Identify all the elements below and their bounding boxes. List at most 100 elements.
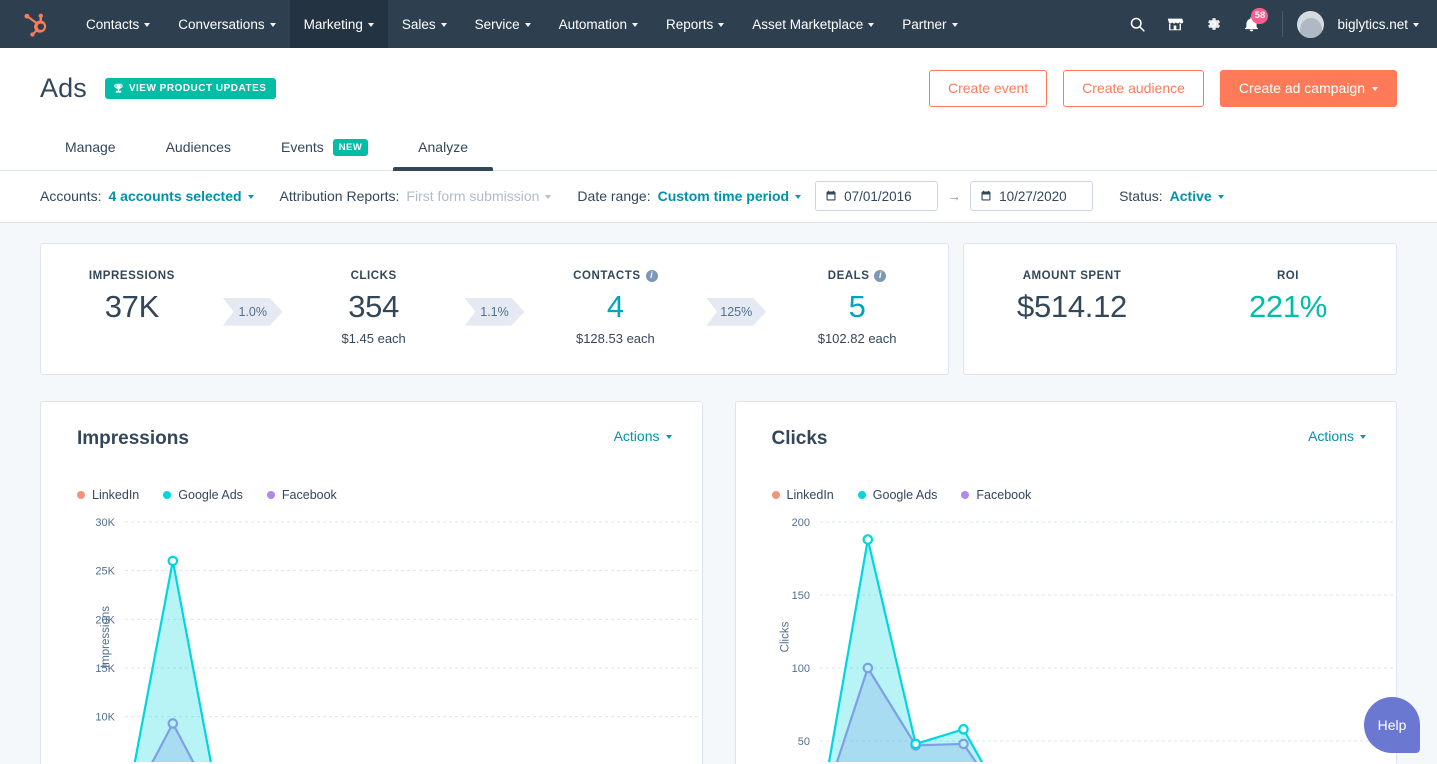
nav-item-marketing[interactable]: Marketing	[290, 0, 388, 48]
kpi-deals-label: DEALS i	[828, 270, 887, 282]
chevron-down-icon	[368, 23, 374, 27]
avatar-silhouette	[1300, 18, 1322, 38]
notifications-button[interactable]: 58	[1234, 7, 1268, 41]
nav-item-conversations[interactable]: Conversations	[164, 0, 289, 48]
page-title: Ads	[40, 73, 87, 104]
attribution-filter-value: First form submission	[406, 188, 539, 204]
nav-item-contacts[interactable]: Contacts	[72, 0, 164, 48]
svg-text:50: 50	[797, 736, 809, 748]
nav-item-automation[interactable]: Automation	[545, 0, 652, 48]
nav-item-service[interactable]: Service	[461, 0, 545, 48]
view-product-updates-badge[interactable]: VIEW PRODUCT UPDATES	[105, 78, 277, 99]
impressions-chart-card: Impressions Actions LinkedIn Google Ads	[40, 401, 703, 764]
date-range-filter: Date range: Custom time period	[577, 188, 801, 204]
legend-dot-linkedin	[77, 491, 85, 499]
attribution-filter-dropdown[interactable]: First form submission	[406, 188, 551, 204]
nav-item-partner[interactable]: Partner	[888, 0, 971, 48]
tab-label: Events	[281, 139, 324, 155]
conversion-rate-contacts-to-deals: 125%	[706, 298, 766, 326]
product-updates-label: VIEW PRODUCT UPDATES	[129, 83, 267, 94]
accounts-filter-dropdown[interactable]: 4 accounts selected	[108, 188, 253, 204]
avatar[interactable]	[1297, 11, 1324, 38]
marketplace-icon	[1166, 15, 1184, 33]
account-menu[interactable]: biglytics.net	[1337, 17, 1419, 32]
kpi-roi-label: ROI	[1277, 270, 1299, 282]
impressions-chart-actions-dropdown[interactable]: Actions	[614, 428, 672, 444]
chevron-down-icon	[441, 23, 447, 27]
chevron-down-icon	[718, 23, 724, 27]
kpi-contacts-value: 4	[607, 290, 624, 325]
legend-item-facebook[interactable]: Facebook	[267, 488, 337, 502]
date-end-input[interactable]: 10/27/2020	[970, 181, 1093, 211]
svg-text:100: 100	[791, 663, 809, 675]
legend-item-google-ads[interactable]: Google Ads	[858, 488, 938, 502]
page-header: Ads VIEW PRODUCT UPDATES Create event Cr…	[0, 48, 1437, 171]
search-icon	[1129, 16, 1146, 33]
impressions-chart-title: Impressions	[77, 428, 189, 450]
nav-item-sales[interactable]: Sales	[388, 0, 461, 48]
chevron-down-icon	[270, 23, 276, 27]
nav-label: Reports	[666, 17, 713, 32]
nav-label: Sales	[402, 17, 436, 32]
marketplace-button[interactable]	[1158, 7, 1192, 41]
clicks-chart-svg: 50100150200	[772, 512, 1397, 762]
legend-item-linkedin[interactable]: LinkedIn	[77, 488, 139, 502]
nav-item-reports[interactable]: Reports	[652, 0, 738, 48]
legend-item-google-ads[interactable]: Google Ads	[163, 488, 243, 502]
tab-analyze[interactable]: Analyze	[393, 129, 493, 170]
nav-label: Marketing	[304, 17, 363, 32]
date-range-value: Custom time period	[658, 188, 789, 204]
hubspot-logo[interactable]	[0, 0, 72, 48]
create-event-label: Create event	[948, 80, 1028, 97]
calendar-icon	[825, 190, 837, 202]
clicks-y-tick-labels: 50100150200	[791, 517, 809, 748]
kpi-amount-spent: AMOUNT SPENT $514.12	[964, 270, 1180, 325]
svg-text:30K: 30K	[95, 517, 115, 529]
kpi-clicks-sub: $1.45 each	[341, 331, 405, 346]
legend-label: Facebook	[976, 488, 1031, 502]
nav-label: Asset Marketplace	[752, 17, 863, 32]
nav-label: Partner	[902, 17, 946, 32]
legend-label: Google Ads	[178, 488, 243, 502]
create-audience-button[interactable]: Create audience	[1063, 70, 1204, 107]
main-content: IMPRESSIONS 37K 1.0% CLICKS 354 $1.45 ea…	[0, 223, 1437, 764]
search-button[interactable]	[1120, 7, 1154, 41]
clicks-chart-actions-dropdown[interactable]: Actions	[1308, 428, 1366, 444]
legend-item-facebook[interactable]: Facebook	[961, 488, 1031, 502]
clicks-chart-title: Clicks	[772, 428, 828, 450]
date-start-input[interactable]: 07/01/2016	[815, 181, 938, 211]
nav-item-asset-marketplace[interactable]: Asset Marketplace	[738, 0, 888, 48]
info-icon[interactable]: i	[874, 270, 886, 282]
create-event-button[interactable]: Create event	[929, 70, 1047, 107]
nav-label: Conversations	[178, 17, 264, 32]
status-filter-dropdown[interactable]: Active	[1170, 188, 1224, 204]
date-start-value: 07/01/2016	[844, 189, 912, 204]
svg-text:25K: 25K	[95, 565, 115, 577]
settings-button[interactable]	[1196, 7, 1230, 41]
kpi-impressions-value: 37K	[105, 290, 159, 325]
create-ad-campaign-button[interactable]: Create ad campaign	[1220, 70, 1397, 107]
date-end-value: 10/27/2020	[999, 189, 1067, 204]
tab-manage[interactable]: Manage	[40, 129, 141, 170]
legend-label: LinkedIn	[92, 488, 139, 502]
top-navigation-bar: Contacts Conversations Marketing Sales S…	[0, 0, 1437, 48]
chevron-down-icon	[144, 23, 150, 27]
tab-audiences[interactable]: Audiences	[141, 129, 256, 170]
conversion-rate-clicks-to-contacts: 1.1%	[465, 298, 525, 326]
kpi-deals-sub: $102.82 each	[818, 331, 897, 346]
date-range-dropdown[interactable]: Custom time period	[658, 188, 801, 204]
svg-text:10K: 10K	[95, 711, 115, 723]
date-range-label: Date range:	[577, 188, 650, 204]
chevron-down-icon	[248, 195, 254, 199]
help-button[interactable]: Help	[1364, 697, 1420, 753]
date-range-arrow: →	[947, 188, 961, 204]
nav-label: Automation	[559, 17, 627, 32]
tab-events[interactable]: Events NEW	[256, 129, 393, 170]
kpi-cards-row: IMPRESSIONS 37K 1.0% CLICKS 354 $1.45 ea…	[40, 243, 1397, 375]
info-icon[interactable]: i	[646, 270, 658, 282]
impressions-chart-legend: LinkedIn Google Ads Facebook	[77, 488, 672, 502]
primary-nav-items: Contacts Conversations Marketing Sales S…	[72, 0, 972, 48]
kpi-amount-spent-label: AMOUNT SPENT	[1023, 270, 1122, 282]
status-filter: Status: Active	[1119, 188, 1224, 204]
legend-item-linkedin[interactable]: LinkedIn	[772, 488, 834, 502]
